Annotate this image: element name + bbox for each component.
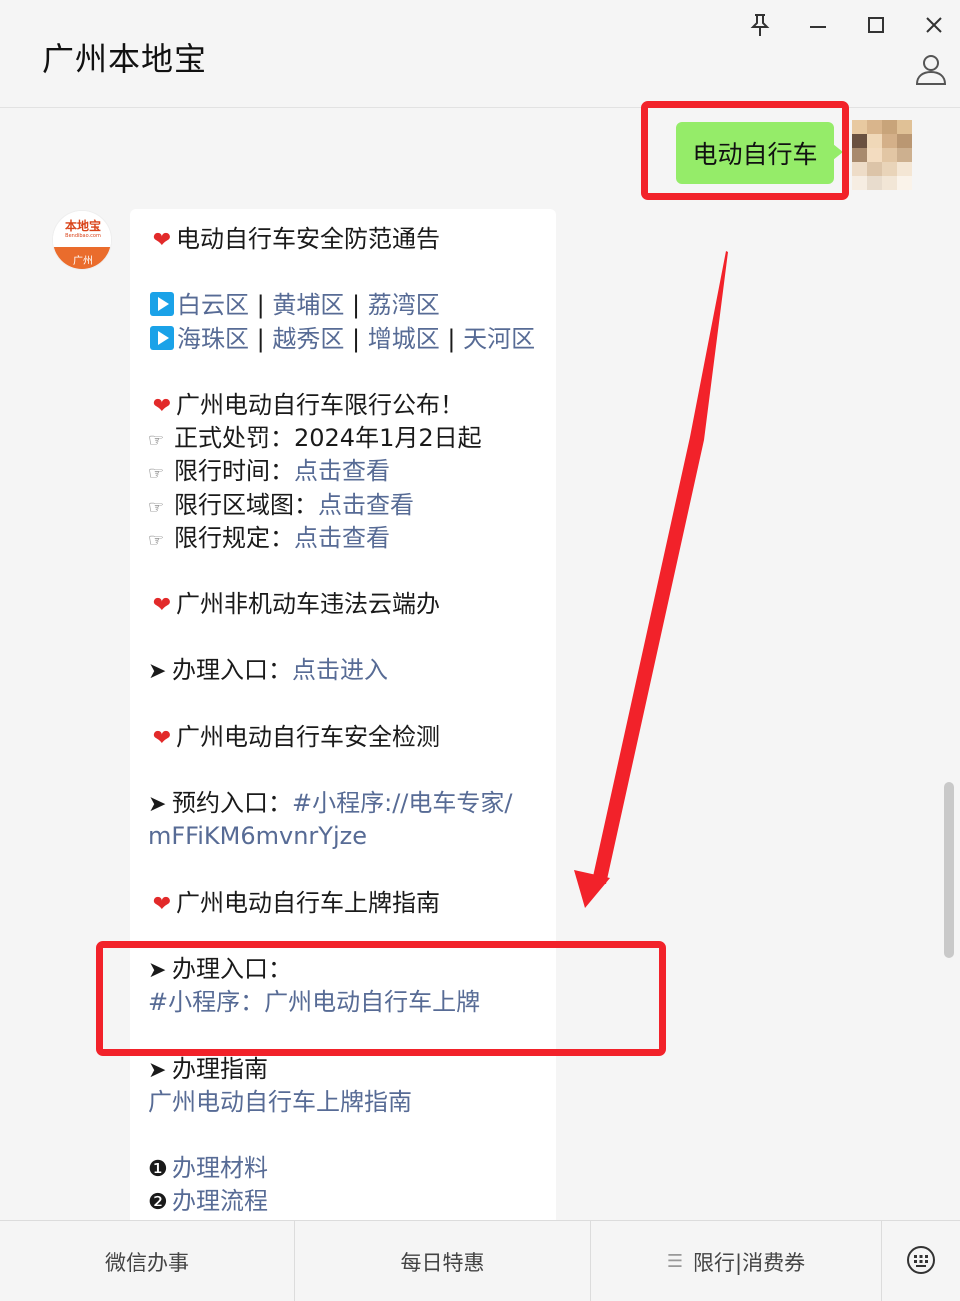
heart-icon: ❤ [152, 228, 172, 253]
highlight-box-query [641, 101, 849, 200]
message-line: ☞ 限行时间：点击查看 [148, 455, 556, 488]
pointing-hand-icon: ☞ [148, 463, 165, 485]
message-line: ❤ 广州非机动车违法云端办 [148, 588, 556, 621]
materials-link[interactable]: 办理材料 [172, 1154, 268, 1182]
heading-restriction: 广州电动自行车限行公布！ [176, 390, 464, 419]
my-avatar[interactable] [852, 120, 912, 190]
heading-plate-guide: 广州电动自行车上牌指南 [176, 888, 440, 917]
menu-restriction-coupon[interactable]: ☰ 限行|消费券 [591, 1221, 882, 1301]
district-link[interactable]: 荔湾区 [368, 291, 440, 319]
district-row: 白云区 | 黄埔区 | 荔湾区 [148, 289, 556, 322]
separator: | [447, 324, 456, 353]
entry-label: 办理入口： [172, 656, 292, 685]
booking-link-cont[interactable]: mFFiKM6mvnrYjze [148, 822, 367, 850]
number-two-icon: ❷ [148, 1190, 168, 1216]
message-line: ❶ 办理材料 [148, 1152, 556, 1185]
pointing-hand-icon: ☞ [148, 496, 165, 518]
message-line: ➤ 预约入口：#小程序://电车专家/ [148, 787, 556, 820]
district-link[interactable]: 天河区 [463, 325, 535, 353]
official-account-avatar[interactable]: 本地宝 Bendibao.com 广州 [52, 210, 112, 270]
pointing-hand-icon: ☞ [148, 430, 165, 452]
arrow-icon: ➤ [148, 1057, 167, 1083]
arrow-icon: ➤ [148, 792, 167, 818]
logo-city: 广州 [53, 247, 111, 269]
maximize-icon[interactable] [861, 10, 891, 40]
message-line: mFFiKM6mvnrYjze [148, 820, 556, 853]
profile-icon[interactable] [914, 52, 948, 86]
area-label: 限行区域图： [174, 490, 318, 519]
menu-wechat-service[interactable]: 微信办事 [0, 1221, 295, 1301]
booking-link[interactable]: #小程序://电车专家/ [292, 789, 512, 817]
heart-icon: ❤ [152, 891, 172, 917]
message-line: ☞ 限行区域图：点击查看 [148, 489, 556, 522]
heart-icon: ❤ [152, 393, 172, 419]
separator: | [256, 291, 265, 320]
keyboard-toggle[interactable] [882, 1221, 960, 1301]
separator: | [256, 324, 265, 353]
message-line: ❷ 办理流程 [148, 1185, 556, 1218]
heading-safety-notice: 电动自行车安全防范通告 [176, 225, 440, 253]
message-line: ❤ 广州电动自行车安全检测 [148, 721, 556, 754]
message-line: ➤ 办理指南 [148, 1053, 556, 1086]
heading-violation: 广州非机动车违法云端办 [176, 590, 440, 619]
view-rule-link[interactable]: 点击查看 [294, 524, 390, 552]
district-link[interactable]: 增城区 [368, 325, 440, 353]
close-icon[interactable] [919, 10, 949, 40]
separator: | [352, 324, 361, 353]
district-link[interactable]: 黄埔区 [272, 291, 344, 319]
menu-daily-deals[interactable]: 每日特惠 [295, 1221, 591, 1301]
menu-label: 限行|消费券 [693, 1250, 806, 1275]
separator: | [352, 291, 361, 320]
play-icon [150, 325, 174, 350]
plate-guide-link[interactable]: 广州电动自行车上牌指南 [148, 1088, 412, 1116]
message-line: ❤ 电动自行车安全防范通告 [148, 223, 556, 256]
message-line: ➤ 办理入口：点击进入 [148, 654, 556, 687]
highlight-box-entry [96, 941, 666, 1056]
reply-message-bubble: ❤ 电动自行车安全防范通告 白云区 | 黄埔区 | 荔湾区 海珠区 | 越秀区 |… [130, 209, 556, 1220]
district-link[interactable]: 海珠区 [177, 325, 249, 353]
message-line: ❤ 广州电动自行车限行公布！ [148, 389, 556, 422]
play-icon [150, 292, 174, 317]
submenu-icon: ☰ [666, 1251, 684, 1272]
bottom-menu: 微信办事 每日特惠 ☰ 限行|消费券 [0, 1220, 960, 1301]
title-bar: 广州本地宝 [0, 0, 960, 108]
pin-icon[interactable] [745, 10, 775, 40]
keyboard-icon [906, 1245, 936, 1279]
heart-icon: ❤ [152, 593, 172, 619]
message-line: ❤ 广州电动自行车上牌指南 [148, 887, 556, 920]
logo-brand: 本地宝 [64, 218, 101, 233]
guide-label: 办理指南 [172, 1054, 268, 1083]
district-row: 海珠区 | 越秀区 | 增城区 | 天河区 [148, 323, 556, 356]
booking-label: 预约入口： [172, 789, 292, 818]
message-line: ☞ 限行规定：点击查看 [148, 522, 556, 555]
menu-label: 微信办事 [105, 1250, 189, 1275]
enter-link[interactable]: 点击进入 [292, 656, 388, 684]
menu-label: 每日特惠 [400, 1250, 485, 1275]
minimize-icon[interactable] [803, 10, 833, 40]
district-link[interactable]: 越秀区 [272, 325, 344, 353]
view-time-link[interactable]: 点击查看 [294, 457, 390, 485]
penalty-label: 正式处罚： [174, 424, 294, 453]
heading-inspection: 广州电动自行车安全检测 [176, 722, 440, 751]
time-label: 限行时间： [174, 457, 294, 486]
arrow-icon: ➤ [148, 659, 167, 685]
message-line: ☞ 正式处罚：2024年1月2日起 [148, 422, 556, 455]
message-line: 广州电动自行车上牌指南 [148, 1086, 556, 1119]
penalty-date: 2024年1月2日起 [294, 424, 482, 453]
process-link[interactable]: 办理流程 [172, 1187, 268, 1215]
scrollbar[interactable] [944, 782, 954, 958]
number-one-icon: ❶ [148, 1157, 168, 1183]
rule-label: 限行规定： [174, 523, 294, 552]
pointing-hand-icon: ☞ [148, 529, 165, 551]
view-area-link[interactable]: 点击查看 [318, 491, 414, 519]
chat-title: 广州本地宝 [42, 40, 208, 78]
logo-domain: Bendibao.com [65, 232, 101, 239]
district-link[interactable]: 白云区 [177, 291, 249, 319]
heart-icon: ❤ [152, 725, 172, 751]
